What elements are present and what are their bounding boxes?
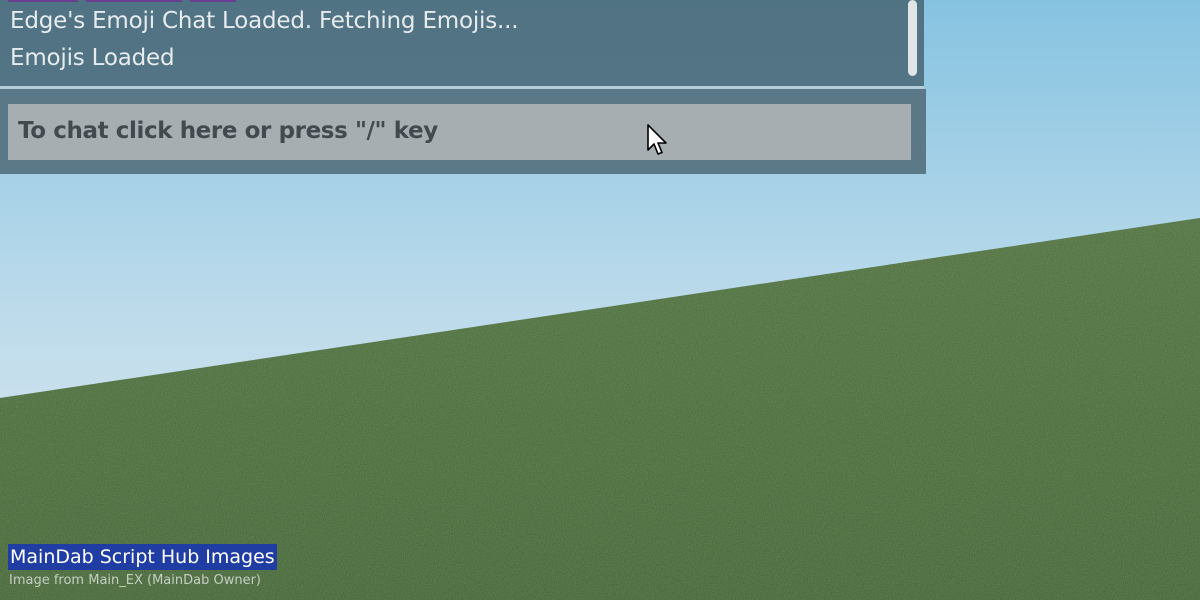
mouse-pointer-icon [647,124,667,155]
chat-message: Emojis Loaded [10,45,175,71]
chat-input[interactable]: To chat click here or press "/" key [8,104,911,160]
chat-scrollbar-thumb[interactable] [908,0,917,76]
watermark-title: MainDab Script Hub Images [8,544,277,570]
chat-log[interactable]: Edge's Emoji Chat Loaded. Fetching Emoji… [0,0,924,86]
chat-line-partial-username [8,0,236,2]
chat-window: Edge's Emoji Chat Loaded. Fetching Emoji… [0,0,926,174]
chat-message: Edge's Emoji Chat Loaded. Fetching Emoji… [10,8,519,34]
chat-scrollbar[interactable] [908,0,918,80]
chat-input-placeholder: To chat click here or press "/" key [18,118,438,144]
watermark-credit: Image from Main_EX (MainDab Owner) [9,573,262,588]
